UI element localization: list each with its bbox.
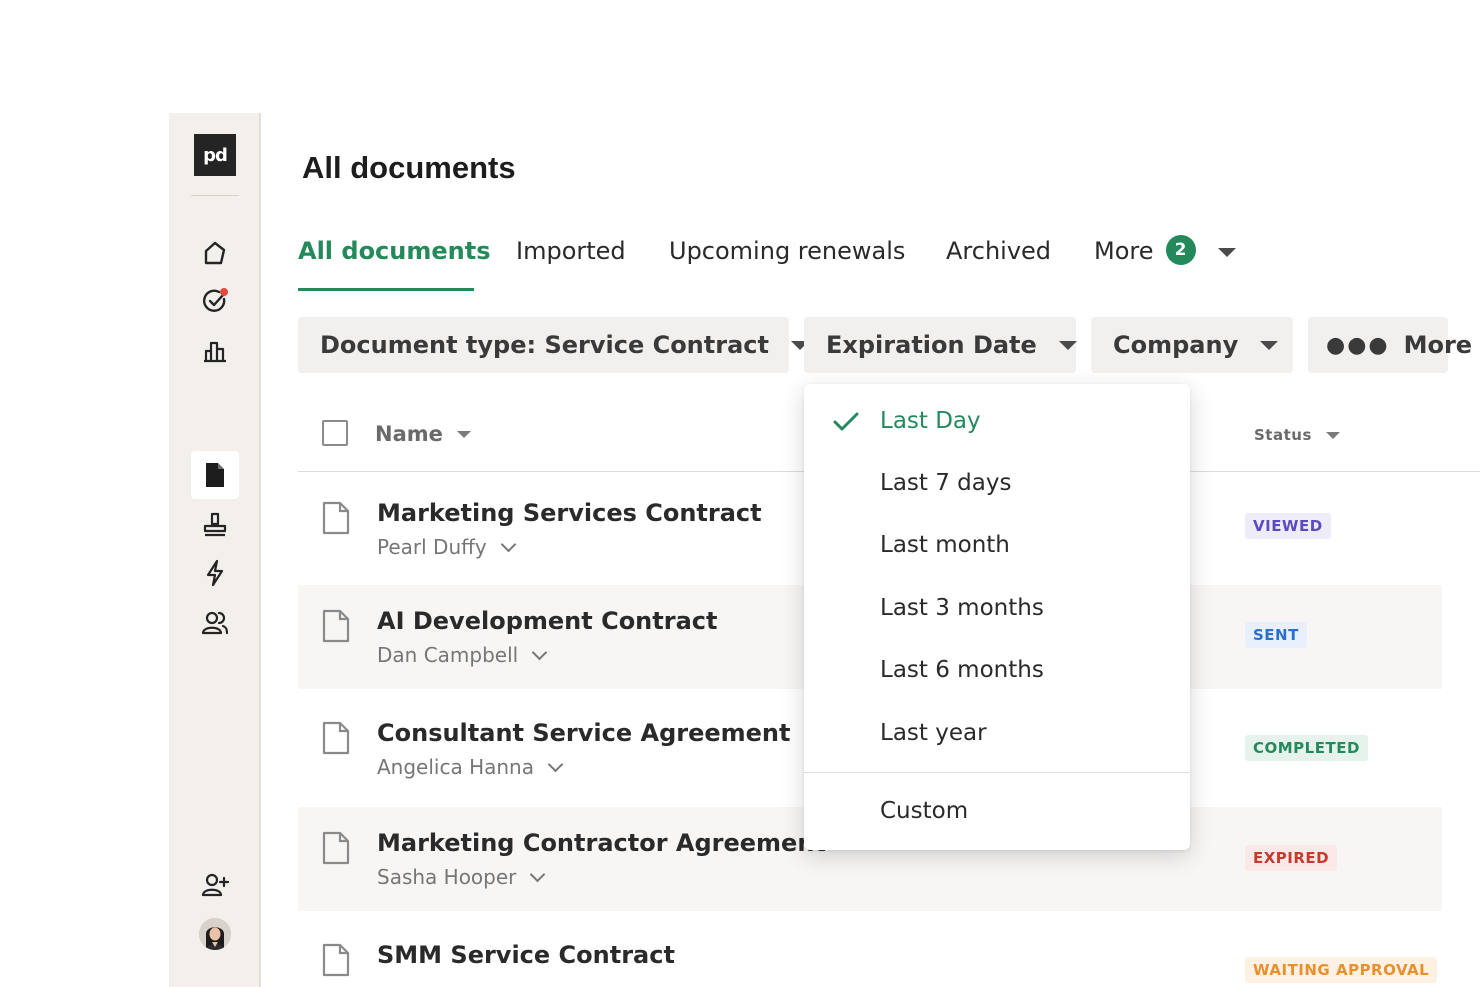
select-all-checkbox[interactable] xyxy=(322,420,348,446)
avatar[interactable] xyxy=(199,918,231,950)
reports-icon xyxy=(204,341,226,363)
sidebar-item-invite-user[interactable] xyxy=(191,861,239,909)
document-icon xyxy=(322,501,350,535)
tab-more-label: More xyxy=(1094,237,1154,265)
company-filter[interactable]: Company xyxy=(1091,317,1293,373)
sidebar: pd xyxy=(169,113,261,987)
document-name[interactable]: AI Development Contract xyxy=(377,607,717,635)
tab-imported[interactable]: Imported xyxy=(516,228,626,290)
name-column-header[interactable]: Name xyxy=(375,422,471,446)
document-icon xyxy=(322,943,350,977)
chevron-down-icon xyxy=(531,644,548,660)
document-icon xyxy=(322,609,350,643)
document-owner[interactable]: Sasha Hooper xyxy=(377,865,546,889)
sort-caret-icon xyxy=(456,430,471,438)
document-icon xyxy=(322,721,350,755)
stamp-icon xyxy=(203,512,227,537)
option-last-day[interactable]: Last Day xyxy=(880,408,981,434)
contacts-icon xyxy=(201,611,229,635)
expiration-date-filter-label: Expiration Date xyxy=(826,331,1037,359)
page-title: All documents xyxy=(302,150,516,185)
status-badge: WAITING APPROVAL xyxy=(1245,957,1438,983)
document-owner[interactable]: Angelica Hanna xyxy=(377,755,564,779)
option-last-7-days[interactable]: Last 7 days xyxy=(880,470,1011,496)
caret-down-icon xyxy=(1260,340,1279,350)
owner-name: Pearl Duffy xyxy=(377,535,487,559)
option-last-month[interactable]: Last month xyxy=(880,532,1010,558)
document-icon xyxy=(322,831,350,865)
sidebar-item-stamp[interactable] xyxy=(191,501,239,549)
more-filters-label: More xyxy=(1403,331,1473,359)
document-owner[interactable]: Dan Campbell xyxy=(377,643,548,667)
pandadoc-logo[interactable]: pd xyxy=(194,134,236,176)
owner-name: Dan Campbell xyxy=(377,643,519,667)
chevron-down-icon xyxy=(547,756,564,772)
sidebar-item-automation[interactable] xyxy=(191,549,239,597)
owner-name: Sasha Hooper xyxy=(377,865,517,889)
document-owner[interactable]: Pearl Duffy xyxy=(377,535,517,559)
menu-divider xyxy=(804,772,1190,773)
automation-icon xyxy=(206,559,224,587)
status-badge: EXPIRED xyxy=(1245,845,1338,871)
tab-upcoming-renewals[interactable]: Upcoming renewals xyxy=(669,228,905,290)
sidebar-item-tasks[interactable] xyxy=(191,277,239,325)
document-name[interactable]: SMM Service Contract xyxy=(377,941,675,969)
document-name[interactable]: Marketing Services Contract xyxy=(377,499,762,527)
expiration-date-filter[interactable]: Expiration Date xyxy=(804,317,1077,373)
option-last-6-months[interactable]: Last 6 months xyxy=(880,657,1044,683)
more-filters-button[interactable]: ●●● More xyxy=(1308,317,1472,373)
tab-archived[interactable]: Archived xyxy=(946,228,1051,290)
more-dots-icon: ●●● xyxy=(1326,332,1390,358)
name-column-label: Name xyxy=(375,422,443,446)
status-badge: COMPLETED xyxy=(1245,735,1368,761)
sidebar-item-home[interactable] xyxy=(191,229,239,277)
status-badge: SENT xyxy=(1245,622,1307,648)
document-type-filter[interactable]: Document type: Service Contract xyxy=(298,317,809,373)
add-user-icon xyxy=(201,873,230,897)
caret-down-icon xyxy=(1058,340,1077,350)
sidebar-item-reports[interactable] xyxy=(191,327,239,375)
caret-down-icon xyxy=(1217,247,1236,257)
sidebar-item-contacts[interactable] xyxy=(191,599,239,647)
sidebar-item-documents[interactable] xyxy=(191,451,239,499)
tab-more-count-badge: 2 xyxy=(1165,235,1196,265)
chevron-down-icon xyxy=(530,866,546,882)
user-photo-icon xyxy=(199,918,231,950)
owner-name: Angelica Hanna xyxy=(377,755,534,779)
active-tab-indicator xyxy=(298,288,474,291)
option-last-3-months[interactable]: Last 3 months xyxy=(880,595,1044,621)
documents-icon xyxy=(206,463,224,487)
checkmark-icon xyxy=(833,412,859,431)
tasks-icon xyxy=(202,288,228,312)
tab-all-documents[interactable]: All documents xyxy=(298,228,491,290)
expiration-date-menu: Last Day Last 7 days Last month Last 3 m… xyxy=(804,384,1190,850)
sort-caret-icon xyxy=(1325,431,1340,439)
company-filter-label: Company xyxy=(1113,331,1239,359)
document-name[interactable]: Marketing Contractor Agreement xyxy=(377,829,826,857)
document-type-filter-label: Document type: Service Contract xyxy=(320,331,769,359)
chevron-down-icon xyxy=(500,536,517,552)
home-icon xyxy=(204,241,226,265)
status-column-header[interactable]: Status xyxy=(1246,422,1348,448)
sidebar-divider xyxy=(191,195,239,196)
table-row[interactable]: SMM Service Contract WAITING APPROVAL xyxy=(298,919,1442,987)
tab-more[interactable]: More 2 xyxy=(1094,228,1236,290)
option-last-year[interactable]: Last year xyxy=(880,720,987,746)
document-name[interactable]: Consultant Service Agreement xyxy=(377,719,790,747)
option-custom[interactable]: Custom xyxy=(880,798,968,824)
status-column-label: Status xyxy=(1254,426,1312,444)
status-badge: VIEWED xyxy=(1245,513,1331,539)
